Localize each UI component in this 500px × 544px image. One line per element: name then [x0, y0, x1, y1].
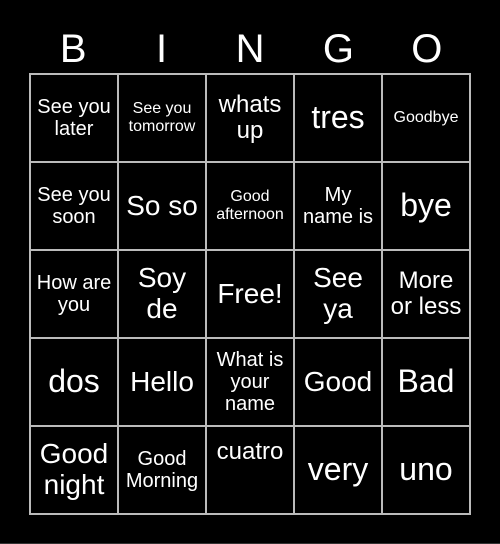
bingo-header: B I N G O [29, 26, 471, 72]
bingo-cell[interactable]: See ya [294, 250, 382, 338]
bingo-cell[interactable]: Good Morning [118, 426, 206, 514]
bingo-cell[interactable]: Goodbye [382, 74, 470, 162]
bingo-cell[interactable]: Bad [382, 338, 470, 426]
bingo-cell[interactable]: So so [118, 162, 206, 250]
header-letter-b: B [59, 27, 87, 71]
bingo-cell[interactable]: uno [382, 426, 470, 514]
bingo-cell[interactable]: My name is [294, 162, 382, 250]
bingo-cell[interactable]: tres [294, 74, 382, 162]
header-letter-g: G [322, 27, 354, 71]
bingo-cell[interactable]: very [294, 426, 382, 514]
header-letter-n: N [235, 27, 265, 71]
bingo-cell[interactable]: Good night [30, 426, 118, 514]
bingo-cell[interactable]: Soy de [118, 250, 206, 338]
bingo-cell[interactable]: Good [294, 338, 382, 426]
header-letter-i: I [156, 27, 168, 71]
bingo-cell[interactable]: What is your name [206, 338, 294, 426]
bingo-grid: See you later See you tomorrow whats up … [29, 73, 471, 515]
bingo-cell[interactable]: whats up [206, 74, 294, 162]
bingo-cell[interactable]: Good afternoon [206, 162, 294, 250]
bingo-cell[interactable]: cuatro [206, 426, 294, 514]
bingo-cell[interactable]: How are you [30, 250, 118, 338]
bingo-cell[interactable]: bye [382, 162, 470, 250]
header-letter-o: O [411, 27, 443, 71]
bingo-cell[interactable]: dos [30, 338, 118, 426]
bingo-cell[interactable]: See you tomorrow [118, 74, 206, 162]
bingo-cell[interactable]: See you later [30, 74, 118, 162]
bingo-cell[interactable]: See you soon [30, 162, 118, 250]
bingo-cell[interactable]: More or less [382, 250, 470, 338]
bingo-cell[interactable]: Hello [118, 338, 206, 426]
free-cell[interactable]: Free! [206, 250, 294, 338]
